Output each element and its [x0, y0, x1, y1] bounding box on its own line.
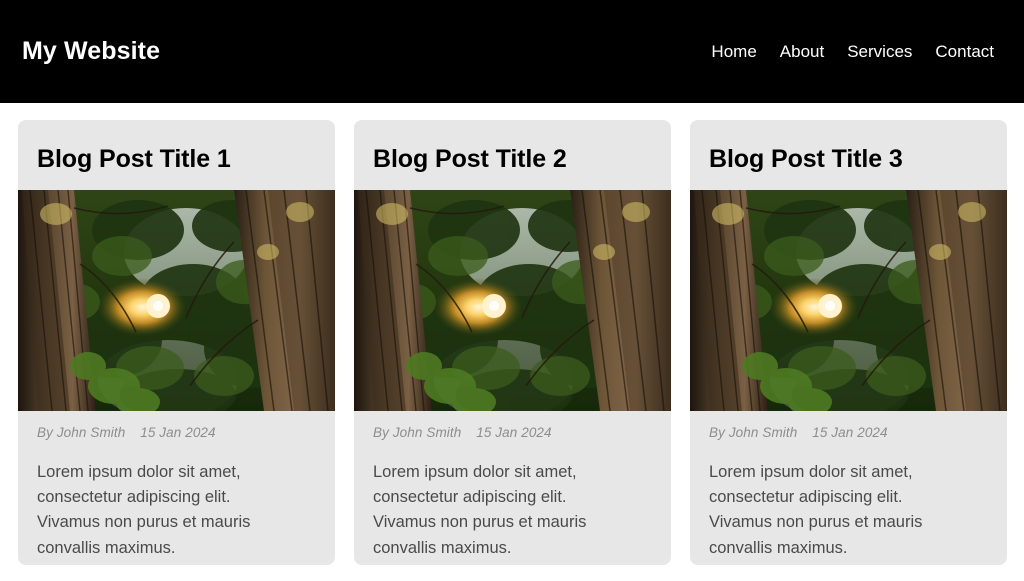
site-title: My Website: [22, 37, 161, 65]
nav-link-services[interactable]: Services: [847, 43, 912, 60]
site-header: My Website Home About Services Contact: [0, 0, 1024, 103]
blog-post-card[interactable]: Blog Post Title 2 By John Smith 15 Jan 2…: [354, 120, 671, 565]
post-meta: By John Smith 15 Jan 2024: [373, 425, 552, 440]
post-meta: By John Smith 15 Jan 2024: [709, 425, 888, 440]
post-date: 15 Jan 2024: [140, 425, 216, 440]
post-title: Blog Post Title 1: [37, 145, 231, 173]
blog-post-card[interactable]: Blog Post Title 3 By John Smith 15 Jan 2…: [690, 120, 1007, 565]
blog-post-card[interactable]: Blog Post Title 1 By John Smith 15 Jan 2…: [18, 120, 335, 565]
post-author-prefix: By: [37, 425, 53, 440]
post-author-prefix: By: [373, 425, 389, 440]
blog-post-grid: Blog Post Title 1 By John Smith 15 Jan 2…: [18, 120, 1007, 565]
post-date: 15 Jan 2024: [812, 425, 888, 440]
nav-link-contact[interactable]: Contact: [935, 43, 994, 60]
post-title: Blog Post Title 2: [373, 145, 567, 173]
nav-link-home[interactable]: Home: [711, 43, 756, 60]
post-author: John Smith: [56, 425, 126, 440]
post-date: 15 Jan 2024: [476, 425, 552, 440]
post-author-prefix: By: [709, 425, 725, 440]
post-excerpt: Lorem ipsum dolor sit amet, consectetur …: [37, 463, 251, 557]
post-author: John Smith: [728, 425, 798, 440]
nav-link-about[interactable]: About: [780, 43, 824, 60]
post-author: John Smith: [392, 425, 462, 440]
post-thumbnail-image: [354, 190, 671, 411]
post-excerpt: Lorem ipsum dolor sit amet, consectetur …: [373, 463, 587, 557]
post-thumbnail-image: [690, 190, 1007, 411]
post-title: Blog Post Title 3: [709, 145, 903, 173]
main-navigation: Home About Services Contact: [711, 43, 994, 60]
post-meta: By John Smith 15 Jan 2024: [37, 425, 216, 440]
post-excerpt: Lorem ipsum dolor sit amet, consectetur …: [709, 463, 923, 557]
post-thumbnail-image: [18, 190, 335, 411]
